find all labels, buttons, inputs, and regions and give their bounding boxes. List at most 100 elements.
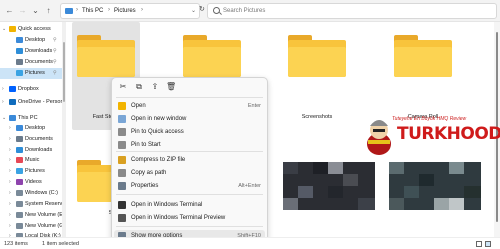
folder-tile-camera-roll[interactable]: Camera Roll: [389, 22, 457, 122]
forward-arrow-icon[interactable]: →: [17, 5, 28, 16]
sidebar-item-label: Downloads: [25, 48, 53, 54]
pin-start-icon: [118, 141, 126, 149]
navigation-pane: ⌄ Quick access Desktop ⚲ Downloads ⚲ Documents…: [0, 22, 62, 237]
breadcrumb-dropdown-icon[interactable]: ⌄: [191, 7, 196, 14]
sidebar-item-desktop[interactable]: Desktop ⚲: [0, 35, 62, 46]
open-folder-icon: [118, 102, 126, 110]
pin-icon[interactable]: ⚲: [53, 70, 57, 76]
image-thumbnail[interactable]: [283, 162, 375, 210]
chevron-right-icon[interactable]: ›: [9, 179, 11, 185]
sidebar-item-windows-c[interactable]: › Windows (C:): [0, 188, 62, 199]
sidebar-item-label: Desktop: [25, 125, 46, 131]
chevron-right-icon[interactable]: ›: [9, 136, 11, 142]
chevron-right-icon[interactable]: ›: [9, 168, 11, 174]
sidebar-item-label: Windows (C:): [25, 190, 59, 196]
watermark-logo: Tuteyehe En Büyük HMQ Review TURKHOOD: [362, 116, 500, 162]
breadcrumb-separator: ›: [108, 7, 110, 13]
chevron-right-icon[interactable]: ›: [2, 86, 4, 92]
chevron-right-icon[interactable]: ›: [9, 125, 11, 131]
sidebar-item-label: Desktop: [25, 37, 46, 43]
sidebar-item-quick-access[interactable]: ⌄ Quick access: [0, 24, 62, 35]
menu-divider: [116, 194, 263, 195]
sidebar-item-new-volume-e[interactable]: › New Volume (E:): [0, 210, 62, 221]
item-count: 123 items: [4, 241, 28, 247]
pictures-icon: [16, 70, 23, 76]
menu-item-properties[interactable]: Properties Alt+Enter: [114, 180, 265, 192]
documents-icon: [16, 136, 23, 142]
sidebar-item-label: Documents: [25, 59, 53, 65]
chevron-right-icon[interactable]: ›: [2, 99, 4, 105]
pc-icon: [9, 115, 16, 121]
sidebar-item-music[interactable]: › Music: [0, 155, 62, 166]
up-arrow-icon[interactable]: ↑: [43, 5, 54, 16]
recent-chevron-icon[interactable]: ⌄: [30, 5, 41, 16]
chevron-right-icon[interactable]: ›: [9, 223, 11, 229]
chevron-down-icon[interactable]: ⌄: [2, 26, 6, 32]
copy-icon[interactable]: ⧉: [134, 82, 144, 92]
search-input[interactable]: Search Pictures: [207, 3, 497, 19]
sidebar-scroll-thumb[interactable]: [63, 42, 65, 102]
menu-item-open-in-windows-terminal[interactable]: Open in Windows Terminal: [114, 199, 265, 211]
delete-icon[interactable]: 🗑: [166, 82, 176, 92]
desktop-icon: [16, 125, 23, 131]
menu-item-compress-to-zip-file[interactable]: Compress to ZIP file: [114, 154, 265, 166]
sidebar-item-dropbox[interactable]: › Dropbox: [0, 84, 62, 95]
menu-item-open[interactable]: Open Enter: [114, 100, 265, 112]
sidebar-item-system-reservec[interactable]: › System Reservec: [0, 199, 62, 210]
sidebar-item-onedrive-person[interactable]: › OneDrive - Person: [0, 97, 62, 108]
menu-item-open-in-new-window[interactable]: Open in new window: [114, 113, 265, 125]
mascot-icon: [367, 120, 391, 155]
sidebar-item-pictures[interactable]: Pictures ⚲: [0, 68, 62, 79]
copy-path-icon: [118, 169, 126, 177]
selection-count: 1 item selected: [42, 241, 79, 247]
menu-item-open-in-windows-terminal-preview[interactable]: Open in Windows Terminal Preview: [114, 212, 265, 224]
sidebar-item-downloads[interactable]: Downloads ⚲: [0, 46, 62, 57]
drive-icon: [16, 190, 23, 196]
sidebar-item-label: Videos: [25, 179, 42, 185]
menu-item-pin-to-quick-access[interactable]: Pin to Quick access: [114, 126, 265, 138]
refresh-icon[interactable]: ↻: [199, 5, 205, 13]
sidebar-item-documents[interactable]: › Documents: [0, 134, 62, 145]
menu-item-label: Open in Windows Terminal Preview: [131, 215, 226, 221]
folder-tile-screenshots[interactable]: Screenshots: [283, 22, 351, 122]
folder-icon: [77, 35, 135, 77]
folder-icon: [183, 35, 241, 77]
menu-item-copy-as-path[interactable]: Copy as path: [114, 167, 265, 179]
menu-divider: [116, 97, 263, 98]
sidebar-item-documents[interactable]: Documents ⚲: [0, 57, 62, 68]
this-pc-icon: [65, 8, 73, 14]
sidebar-item-label: Downloads: [25, 147, 53, 153]
breadcrumb-pictures[interactable]: Pictures: [114, 8, 136, 14]
pin-icon[interactable]: ⚲: [53, 37, 57, 43]
menu-item-label: Open in Windows Terminal: [131, 202, 203, 208]
chevron-right-icon[interactable]: ›: [9, 212, 11, 218]
pin-icon[interactable]: ⚲: [53, 59, 57, 65]
sidebar-item-videos[interactable]: › Videos: [0, 177, 62, 188]
sidebar-item-label: New Volume (G:): [25, 223, 62, 229]
drive-icon: [16, 212, 23, 218]
breadcrumb[interactable]: › This PC › Pictures › ⌄: [60, 3, 200, 19]
chevron-down-icon[interactable]: ⌄: [2, 115, 6, 121]
breadcrumb-this-pc[interactable]: This PC: [82, 8, 103, 14]
address-bar: ← → ⌄ ↑ › This PC › Pictures › ⌄ ↻ Searc…: [0, 0, 500, 22]
sidebar-item-label: Music: [25, 157, 40, 163]
chevron-right-icon[interactable]: ›: [9, 201, 11, 207]
context-menu: ✂ ⧉ ⇪ 🗑 Open Enter Open in new window Pin to Q…: [111, 77, 268, 247]
sidebar-item-pictures[interactable]: › Pictures: [0, 166, 62, 177]
chevron-right-icon[interactable]: ›: [9, 190, 11, 196]
back-arrow-icon[interactable]: ←: [4, 5, 15, 16]
chevron-right-icon[interactable]: ›: [9, 157, 11, 163]
menu-item-pin-to-start[interactable]: Pin to Start: [114, 139, 265, 151]
pin-icon[interactable]: ⚲: [53, 48, 57, 54]
sidebar-item-desktop[interactable]: › Desktop: [0, 123, 62, 134]
chevron-right-icon[interactable]: ›: [9, 147, 11, 153]
context-quick-actions: ✂ ⧉ ⇪ 🗑: [112, 78, 267, 96]
breadcrumb-separator: ›: [76, 7, 78, 13]
sidebar-item-label: Pictures: [25, 168, 45, 174]
cut-icon[interactable]: ✂: [118, 82, 128, 92]
share-icon[interactable]: ⇪: [150, 82, 160, 92]
details-view-icon[interactable]: [476, 241, 482, 247]
tiles-view-icon[interactable]: [485, 241, 491, 247]
image-thumbnail[interactable]: [389, 162, 481, 210]
sidebar-item-label: Documents: [25, 136, 53, 142]
